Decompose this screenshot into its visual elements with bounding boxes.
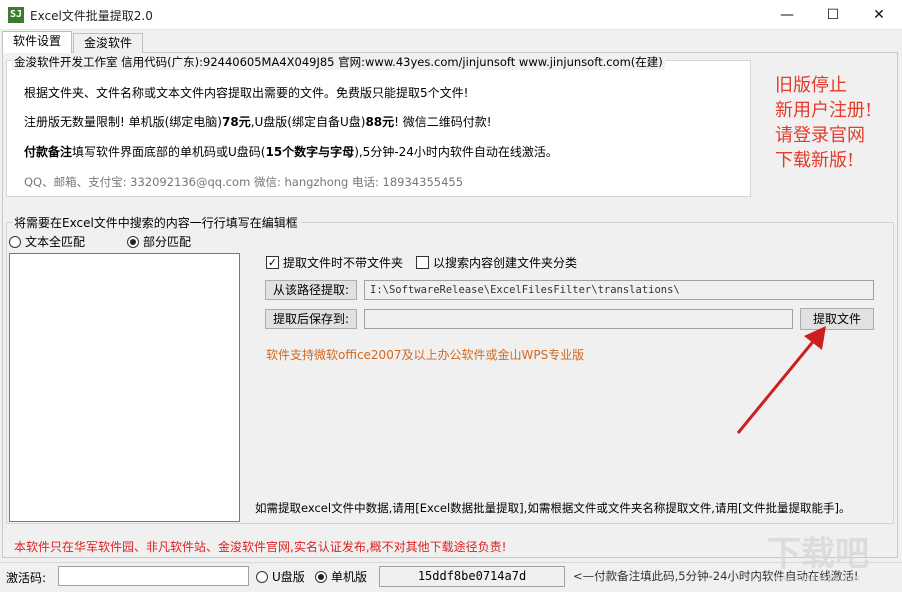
standalone-price: 78元 — [222, 115, 251, 129]
notice-line: 下载新版! — [775, 150, 855, 171]
payment-note-label: 付款备注 — [24, 145, 73, 159]
maximize-button[interactable]: ☐ — [810, 0, 856, 30]
search-content-textarea[interactable] — [9, 253, 240, 522]
no-folder-checkbox-label: 提取文件时不带文件夹 — [283, 256, 404, 270]
no-folder-checkbox[interactable]: ✓ 提取文件时不带文件夹 — [266, 254, 403, 271]
radio-full-match[interactable]: 文本全匹配 — [9, 233, 85, 250]
from-path-button[interactable]: 从该路径提取: — [265, 280, 357, 300]
tab-settings[interactable]: 软件设置 — [2, 31, 73, 53]
radio-partial-match-circle[interactable] — [127, 235, 139, 248]
activation-code-label: 激活码: — [6, 571, 47, 585]
tab-jinjun-software[interactable]: 金浚软件 — [73, 33, 144, 53]
notice-line: 新用户注册! — [775, 100, 873, 121]
create-folder-checkbox-box[interactable] — [416, 256, 429, 269]
machine-code-field[interactable]: 15ddf8be0714a7d — [379, 566, 565, 587]
info-line-2: 注册版无数量限制! 单机版(绑定电脑)78元,U盘版(绑定自备U盘)88元! 微… — [24, 113, 492, 130]
radio-standalone-edition-label: 单机版 — [331, 570, 368, 584]
from-path-input[interactable]: I:\SoftwareRelease\ExcelFilesFilter\tran… — [364, 280, 874, 300]
notice-line: 请登录官网 — [775, 125, 865, 146]
radio-full-match-label: 文本全匹配 — [25, 235, 86, 249]
create-folder-checkbox[interactable]: 以搜索内容创建文件夹分类 — [416, 254, 577, 271]
radio-partial-match-label: 部分匹配 — [143, 235, 192, 249]
radio-usb-edition-circle[interactable] — [256, 570, 268, 583]
save-to-button[interactable]: 提取后保存到: — [265, 309, 357, 329]
no-folder-checkbox-box[interactable]: ✓ — [266, 256, 279, 269]
contact-line: QQ、邮箱、支付宝: 332092136@qq.com 微信: hangzhon… — [24, 175, 464, 189]
notice-line: 旧版停止 — [775, 75, 847, 96]
support-note: 软件支持微软office2007及以上办公软件或金山WPS专业版 — [266, 348, 585, 362]
code-format: 15个数字与字母 — [265, 145, 355, 159]
window-title: Excel文件批量提取2.0 — [30, 9, 153, 23]
warning-text: 本软件只在华军软件园、非凡软件站、金浚软件官网,实名认证发布,概不对其他下载途径… — [14, 540, 507, 554]
activation-code-input[interactable] — [58, 566, 249, 586]
info-legend: 金浚软件开发工作室 信用代码(广东):92440605MA4X049J85 官网… — [12, 54, 665, 70]
payment-hint: <—付款备注填此码,5分钟-24小时内软件自动在线激活! — [573, 569, 859, 583]
usb-price: 88元 — [365, 115, 395, 129]
close-button[interactable]: ✕ — [856, 0, 902, 30]
notice-text: 旧版停止 新用户注册! 请登录官网 下载新版! — [775, 73, 895, 173]
info-line-2-text-c: ! 微信二维码付款! — [394, 115, 492, 129]
minimize-button[interactable]: — — [764, 0, 810, 30]
info-line-3-text-b: ),5分钟-24小时内软件自动在线激活。 — [354, 145, 558, 159]
help-text: 如需提取excel文件中数据,请用[Excel数据批量提取],如需根据文件或文件… — [255, 501, 851, 515]
radio-usb-edition[interactable]: U盘版 — [256, 568, 305, 585]
search-legend: 将需要在Excel文件中搜索的内容一行行填写在编辑框 — [12, 214, 300, 231]
info-line-3: 付款备注填写软件界面底部的单机码或U盘码(15个数字与字母),5分钟-24小时内… — [24, 143, 558, 160]
info-line-2-text-b: ,U盘版(绑定自备U盘) — [250, 115, 366, 129]
info-line-2-text: 注册版无数量限制! 单机版(绑定电脑) — [24, 115, 222, 129]
info-line-3-text: 填写软件界面底部的单机码或U盘码( — [72, 145, 266, 159]
annotation-arrow-icon — [736, 326, 826, 434]
radio-standalone-edition[interactable]: 单机版 — [315, 568, 367, 585]
radio-full-match-circle[interactable] — [9, 235, 21, 248]
create-folder-checkbox-label: 以搜索内容创建文件夹分类 — [433, 256, 578, 270]
radio-partial-match[interactable]: 部分匹配 — [127, 233, 191, 250]
save-to-input[interactable] — [364, 309, 793, 329]
info-line-1: 根据文件夹、文件名称或文本文件内容提取出需要的文件。免费版只能提取5个文件! — [24, 86, 469, 100]
radio-usb-edition-label: U盘版 — [272, 570, 305, 584]
app-icon: SJ — [8, 7, 24, 23]
radio-standalone-edition-circle[interactable] — [315, 570, 327, 583]
